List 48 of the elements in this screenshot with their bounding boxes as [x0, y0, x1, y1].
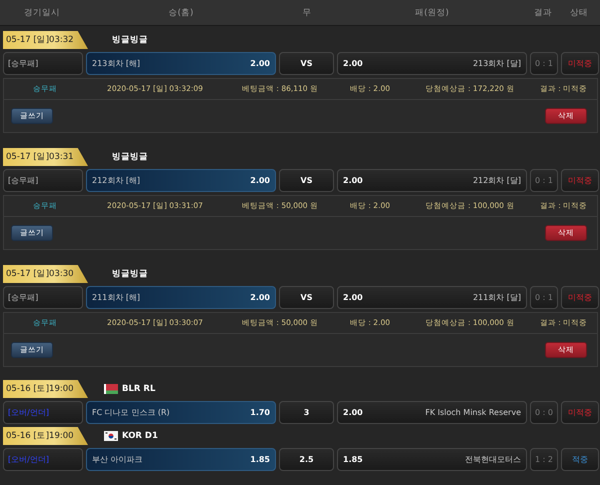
flag-icon	[104, 384, 118, 394]
status: 적중	[561, 448, 599, 471]
bet-type: [승무패]	[3, 286, 83, 309]
away-pick[interactable]: 2.00 213회차 [달]	[337, 52, 527, 75]
score: 0 : 1	[530, 286, 558, 309]
match-time-badge: 05-16 [토]19:00	[3, 380, 88, 398]
status: 미적중	[561, 52, 599, 75]
score: 0 : 1	[530, 169, 558, 192]
draw-pick[interactable]: VS	[279, 286, 334, 309]
column-header: 결과	[533, 6, 553, 20]
league-name: 빙글빙글	[112, 268, 148, 280]
draw-pick[interactable]: 2.5	[279, 448, 334, 471]
league-name: KOR D1	[122, 431, 158, 441]
away-pick[interactable]: 1.85 전북현대모터스	[337, 448, 527, 471]
flag-icon	[104, 431, 118, 441]
score: 0 : 1	[530, 52, 558, 75]
column-header: 승(홈)	[168, 6, 194, 20]
status: 미적중	[561, 401, 599, 424]
column-header: 패(원정)	[414, 6, 450, 20]
column-header: 경기일시	[23, 6, 61, 20]
column-header: 무	[302, 6, 312, 20]
draw-pick[interactable]: 3	[279, 401, 334, 424]
match-time-badge: 05-16 [토]19:00	[3, 427, 88, 445]
home-pick[interactable]: 부산 아이파크 1.85	[86, 448, 276, 471]
away-pick[interactable]: 2.00 212회차 [달]	[337, 169, 527, 192]
draw-pick[interactable]: VS	[279, 52, 334, 75]
home-pick[interactable]: 211회차 [해] 2.00	[86, 286, 276, 309]
column-header: 상태	[569, 6, 589, 20]
away-pick[interactable]: 2.00 FK Isloch Minsk Reserve	[337, 401, 527, 424]
bet-type: [승무패]	[3, 52, 83, 75]
home-pick[interactable]: FC 디나모 민스크 (R) 1.70	[86, 401, 276, 424]
away-pick[interactable]: 2.00 211회차 [달]	[337, 286, 527, 309]
bet-type: [오버/언더]	[3, 401, 83, 424]
match-time-badge: 05-17 [일]03:32	[3, 31, 88, 49]
league-name: BLR RL	[122, 384, 156, 394]
match-time-badge: 05-17 [일]03:30	[3, 265, 88, 283]
league-name: 빙글빙글	[112, 34, 148, 46]
bet-type: [승무패]	[3, 169, 83, 192]
bet-type: [오버/언더]	[3, 448, 83, 471]
home-pick[interactable]: 213회차 [해] 2.00	[86, 52, 276, 75]
score: 1 : 2	[530, 448, 558, 471]
score: 0 : 0	[530, 401, 558, 424]
home-pick[interactable]: 212회차 [해] 2.00	[86, 169, 276, 192]
status: 미적중	[561, 286, 599, 309]
match-time-badge: 05-17 [일]03:31	[3, 148, 88, 166]
league-name: 빙글빙글	[112, 151, 148, 163]
draw-pick[interactable]: VS	[279, 169, 334, 192]
status: 미적중	[561, 169, 599, 192]
